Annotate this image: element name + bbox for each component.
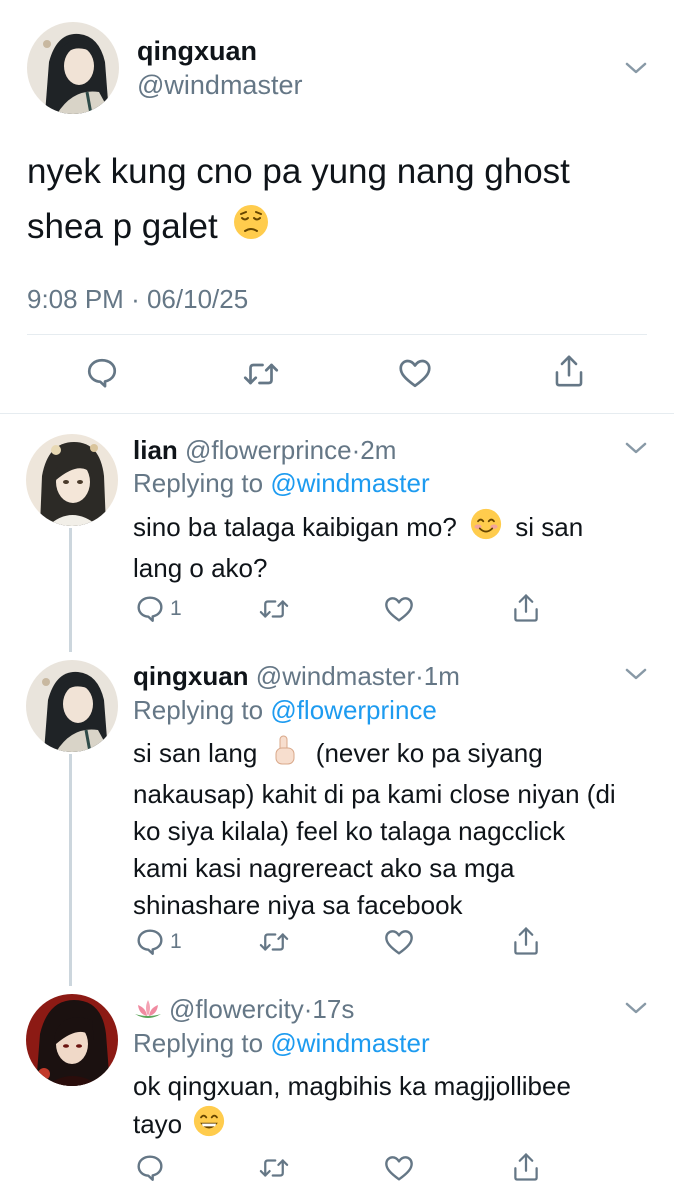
tweet-age[interactable]: 2m (360, 435, 396, 465)
replying-prefix: Replying to (133, 1028, 264, 1058)
lotus-icon (133, 996, 163, 1027)
avatar[interactable] (26, 994, 118, 1086)
chevron-down-icon[interactable] (624, 60, 648, 76)
chevron-down-icon[interactable] (624, 666, 648, 682)
display-name[interactable]: lian (133, 435, 178, 465)
reply-text: sino ba talaga kaibigan mo? si san lang … (133, 508, 653, 587)
reply-text-line: sino ba talaga kaibigan mo? si san (133, 508, 653, 550)
reply-text-line: ko siya kilala) feel ko talaga nagcclick (133, 816, 566, 846)
tweet-text: nyek kung cno pa yung nang ghost shea p … (27, 144, 647, 256)
tweet-age[interactable]: 17s (312, 994, 354, 1024)
avatar[interactable] (27, 22, 119, 114)
reply-text-span: sino ba talaga kaibigan mo? (133, 511, 457, 542)
chevron-down-icon[interactable] (624, 1000, 648, 1016)
reply-icon[interactable] (134, 1152, 166, 1184)
retweet-icon[interactable] (257, 1153, 291, 1183)
mention-link[interactable]: @windmaster (270, 468, 429, 498)
handle[interactable]: @flowerprince (185, 435, 352, 465)
heart-icon[interactable] (383, 593, 415, 625)
retweet-icon[interactable] (257, 927, 291, 957)
mention-link[interactable]: @windmaster (270, 1028, 429, 1058)
timestamp[interactable]: 9:08 PM · 06/10/25 (27, 284, 248, 315)
display-name[interactable]: qingxuan (133, 661, 249, 691)
chevron-down-icon[interactable] (624, 440, 648, 456)
avatar[interactable] (26, 434, 118, 526)
replying-prefix: Replying to (133, 695, 264, 725)
replying-to: Replying to @flowerprince (133, 695, 437, 726)
reply-text-span: tayo (133, 1108, 183, 1139)
reply-text-line: shinashare niya sa facebook (133, 890, 463, 920)
divider (27, 334, 647, 335)
tweet-text-span: shea p galet (27, 207, 218, 246)
heart-icon[interactable] (383, 926, 415, 958)
heart-icon[interactable] (396, 355, 434, 391)
avatar[interactable] (26, 660, 118, 752)
tweet-text-line: nyek kung cno pa yung nang ghost (27, 152, 570, 191)
handle[interactable]: @windmaster (256, 661, 415, 691)
reply-count: 1 (170, 930, 182, 953)
pensive-face-icon (233, 201, 269, 256)
separator-dot: · (351, 435, 361, 465)
replying-to: Replying to @windmaster (133, 1028, 430, 1059)
reply-icon[interactable] (134, 926, 166, 958)
reply-text-line: si san lang (never ko pa siyang (133, 734, 653, 776)
reply-icon[interactable] (84, 355, 120, 391)
pointing-up-icon (269, 734, 299, 776)
tweet-text-line: shea p galet (27, 199, 647, 256)
reply-header: lian @flowerprince·2m (133, 435, 396, 466)
reply-text-line: kami kasi nagrereact ako sa mga (133, 853, 515, 883)
reply-text-line: lang o ako? (133, 553, 268, 583)
reply-count: 1 (170, 597, 182, 620)
share-icon[interactable] (511, 1150, 541, 1184)
handle[interactable]: @flowercity (169, 994, 304, 1024)
heart-icon[interactable] (383, 1152, 415, 1184)
reply-text-line: tayo (133, 1105, 653, 1147)
replying-to: Replying to @windmaster (133, 468, 430, 499)
thread-connector (69, 528, 72, 652)
reply-text-span: (never ko pa siyang (315, 737, 543, 768)
thread-connector (69, 754, 72, 986)
handle[interactable]: @windmaster (137, 70, 302, 101)
reply-text-span: si san lang (133, 737, 258, 768)
reply-text-line: nakausap) kahit di pa kami close niyan (… (133, 779, 616, 809)
mention-link[interactable]: @flowerprince (270, 695, 437, 725)
replying-prefix: Replying to (133, 468, 264, 498)
share-icon[interactable] (511, 591, 541, 625)
reply-text-span: si san (515, 511, 584, 542)
display-name[interactable]: qingxuan (137, 36, 257, 67)
smiling-face-icon (470, 508, 502, 550)
retweet-icon[interactable] (257, 594, 291, 624)
separator-dot: · (131, 284, 140, 314)
share-icon[interactable] (552, 352, 586, 390)
tweet-age[interactable]: 1m (424, 661, 460, 691)
reply-text-line: ok qingxuan, magbihis ka magjjollibee (133, 1071, 571, 1101)
separator-dot: · (415, 661, 424, 691)
reply-text: si san lang (never ko pa siyang nakausap… (133, 734, 653, 924)
tweet-date: 06/10/25 (146, 284, 249, 314)
divider (0, 413, 674, 414)
reply-header: @flowercity·17s (133, 994, 354, 1027)
tweet-time: 9:08 PM (27, 284, 124, 314)
retweet-icon[interactable] (241, 356, 281, 392)
reply-icon[interactable] (134, 593, 166, 625)
share-icon[interactable] (511, 924, 541, 958)
grinning-face-icon (193, 1105, 225, 1147)
reply-header: qingxuan @windmaster·1m (133, 661, 460, 692)
reply-text: ok qingxuan, magbihis ka magjjollibee ta… (133, 1068, 653, 1147)
